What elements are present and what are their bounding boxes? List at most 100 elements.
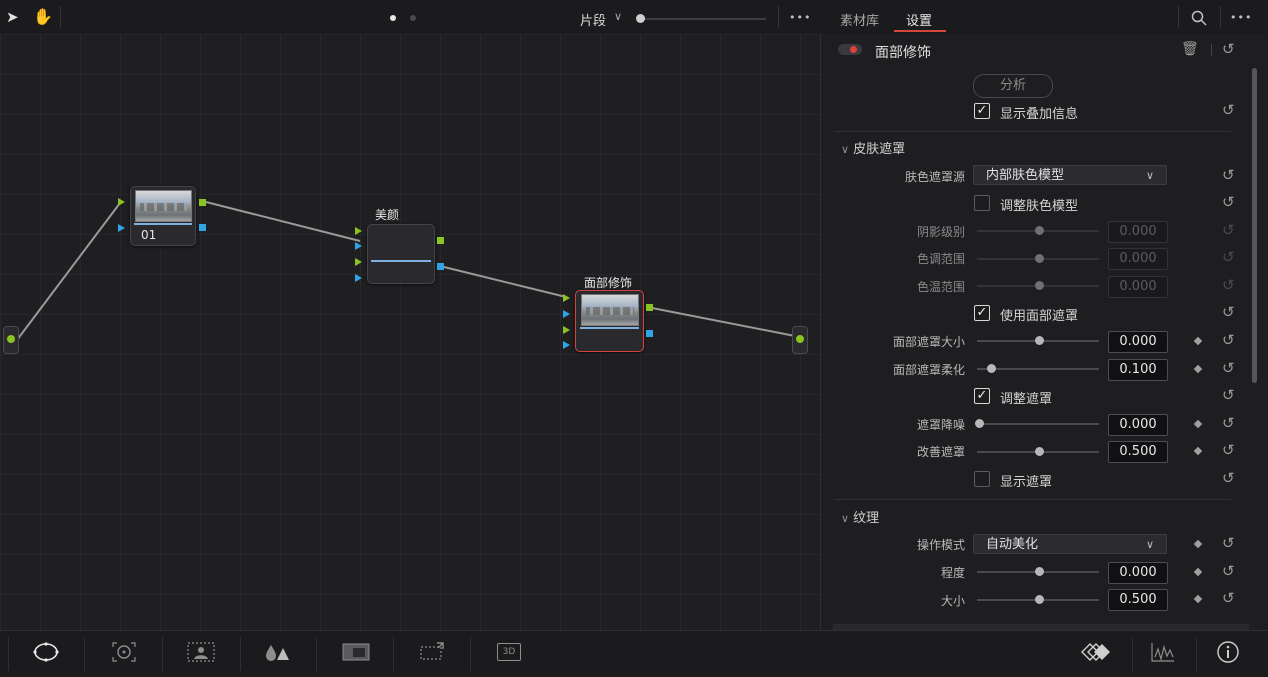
node-input-port[interactable]	[355, 242, 362, 250]
reset-icon[interactable]: ↺	[1222, 331, 1235, 349]
keyframes-icon[interactable]	[1080, 641, 1112, 663]
mask-denoise-value[interactable]: 0.000	[1108, 414, 1168, 436]
node-input-port[interactable]	[355, 274, 362, 282]
keyframe-icon[interactable]	[1193, 594, 1203, 604]
tab-settings[interactable]: 设置	[906, 10, 932, 29]
node-input-port[interactable]	[355, 227, 362, 235]
size-value[interactable]: 0.500	[1108, 589, 1168, 611]
zoom-slider-knob[interactable]	[636, 14, 645, 23]
adjust-skin-model-checkbox[interactable]	[974, 195, 990, 211]
reset-icon[interactable]: ↺	[1222, 534, 1235, 552]
more-options-icon[interactable]: •••	[789, 11, 811, 24]
keyframe-icon[interactable]	[1193, 336, 1203, 346]
trash-icon[interactable]: 🗑	[1181, 41, 1199, 57]
node-input-port[interactable]	[118, 224, 125, 232]
graph-input-port[interactable]	[3, 326, 19, 354]
reset-icon[interactable]: ↺	[1222, 248, 1235, 266]
analyze-button[interactable]: 分析	[973, 74, 1053, 98]
section-skin-mask[interactable]: ∨ 皮肤遮罩	[841, 138, 905, 157]
node-output-port[interactable]	[646, 304, 653, 311]
blur-icon[interactable]	[263, 641, 291, 663]
node-input-port[interactable]	[563, 294, 570, 302]
mask-denoise-slider[interactable]	[977, 423, 1099, 425]
reset-icon[interactable]: ↺	[1222, 359, 1235, 377]
clip-mode-label[interactable]: 片段	[580, 10, 606, 29]
node-input-port[interactable]	[118, 198, 125, 206]
node-output-port[interactable]	[199, 199, 206, 206]
show-overlay-checkbox[interactable]: ✓	[974, 103, 990, 119]
node-input-port[interactable]	[563, 341, 570, 349]
3d-icon[interactable]: 3D	[497, 643, 521, 661]
chevron-down-icon[interactable]: ∨	[614, 10, 622, 23]
slider-knob[interactable]	[1035, 447, 1044, 456]
reset-icon[interactable]: ↺	[1222, 166, 1235, 184]
tracker-icon[interactable]	[111, 641, 137, 663]
shadow-level-value[interactable]: 0.000	[1108, 221, 1168, 243]
scrollbar-thumb[interactable]	[1252, 68, 1257, 383]
slider-knob[interactable]	[1035, 567, 1044, 576]
reset-icon[interactable]: ↺	[1222, 303, 1235, 321]
page-dot[interactable]	[410, 15, 416, 21]
refine-mask-value[interactable]: 0.500	[1108, 441, 1168, 463]
use-face-mask-checkbox[interactable]: ✓	[974, 305, 990, 321]
reset-all-icon[interactable]: ↺	[1222, 40, 1235, 58]
section-texture[interactable]: ∨ 纹理	[841, 507, 879, 526]
node-face-refinement[interactable]	[575, 290, 644, 352]
node-output-port[interactable]	[199, 224, 206, 231]
reset-icon[interactable]: ↺	[1222, 276, 1235, 294]
info-icon[interactable]	[1216, 640, 1240, 664]
node-input-port[interactable]	[563, 326, 570, 334]
node-input-port[interactable]	[563, 310, 570, 318]
node-beauty[interactable]	[367, 224, 435, 284]
node-input-port[interactable]	[355, 258, 362, 266]
reset-icon[interactable]: ↺	[1222, 386, 1235, 404]
reset-icon[interactable]: ↺	[1222, 589, 1235, 607]
window-shape-icon[interactable]	[32, 640, 60, 664]
show-mask-checkbox[interactable]	[974, 471, 990, 487]
effect-enable-toggle[interactable]	[838, 44, 862, 55]
slider-knob[interactable]	[975, 419, 984, 428]
node-output-port[interactable]	[437, 263, 444, 270]
temp-range-value[interactable]: 0.000	[1108, 276, 1168, 298]
keyframe-icon[interactable]	[1193, 567, 1203, 577]
slider-knob[interactable]	[1035, 254, 1044, 263]
keyframe-icon[interactable]	[1193, 364, 1203, 374]
keyframe-icon[interactable]	[1193, 539, 1203, 549]
scopes-icon[interactable]	[1150, 641, 1176, 663]
adjust-mask-checkbox[interactable]: ✓	[974, 388, 990, 404]
slider-knob[interactable]	[1035, 336, 1044, 345]
reset-icon[interactable]: ↺	[1222, 101, 1235, 119]
key-icon[interactable]	[341, 641, 371, 663]
reset-icon[interactable]: ↺	[1222, 221, 1235, 239]
node-01[interactable]: 01	[130, 186, 196, 246]
node-output-port[interactable]	[437, 237, 444, 244]
skin-source-dropdown[interactable]: 内部肤色模型 ∨	[973, 165, 1167, 185]
degree-value[interactable]: 0.000	[1108, 562, 1168, 584]
graph-output-port[interactable]	[792, 326, 808, 354]
face-mask-size-value[interactable]: 0.000	[1108, 331, 1168, 353]
reset-icon[interactable]: ↺	[1222, 414, 1235, 432]
reset-icon[interactable]: ↺	[1222, 193, 1235, 211]
keyframe-icon[interactable]	[1193, 446, 1203, 456]
keyframe-icon[interactable]	[1193, 419, 1203, 429]
page-dot-active[interactable]	[390, 15, 396, 21]
tab-media-pool[interactable]: 素材库	[840, 10, 879, 29]
node-editor[interactable]: 01 美颜 面部修饰	[0, 34, 820, 630]
hand-icon[interactable]: ✋	[33, 7, 53, 26]
tone-range-value[interactable]: 0.000	[1108, 248, 1168, 270]
reset-icon[interactable]: ↺	[1222, 469, 1235, 487]
sizing-icon[interactable]	[417, 641, 447, 663]
magic-mask-icon[interactable]	[186, 641, 216, 663]
face-mask-soft-value[interactable]: 0.100	[1108, 359, 1168, 381]
slider-knob[interactable]	[1035, 595, 1044, 604]
slider-knob[interactable]	[987, 364, 996, 373]
slider-knob[interactable]	[1035, 226, 1044, 235]
pointer-icon[interactable]: ➤	[6, 8, 19, 26]
slider-knob[interactable]	[1035, 281, 1044, 290]
search-icon[interactable]	[1191, 10, 1207, 26]
operation-mode-dropdown[interactable]: 自动美化 ∨	[973, 534, 1167, 554]
node-output-port[interactable]	[646, 330, 653, 337]
reset-icon[interactable]: ↺	[1222, 441, 1235, 459]
reset-icon[interactable]: ↺	[1222, 562, 1235, 580]
zoom-slider-track[interactable]	[640, 18, 766, 20]
